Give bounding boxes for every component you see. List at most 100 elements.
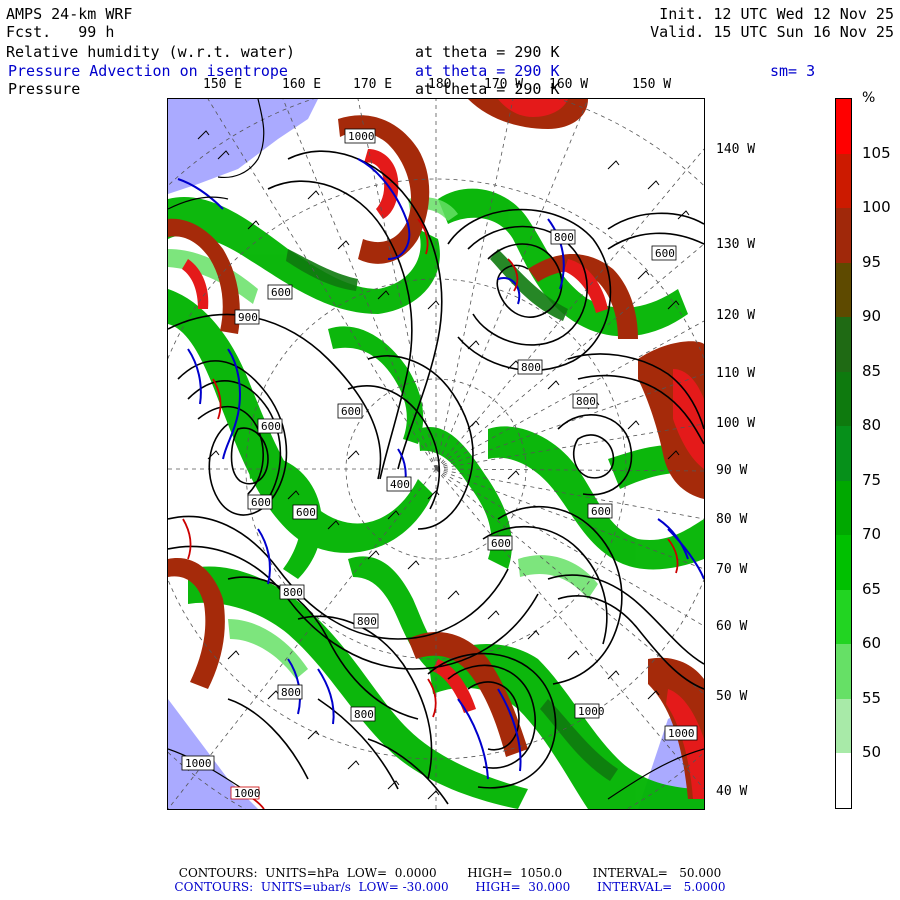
svg-text:800: 800	[521, 361, 541, 374]
field-pressure-label: Pressure	[8, 80, 81, 98]
svg-text:600: 600	[261, 420, 281, 433]
contour-label: 600	[587, 503, 613, 519]
footer-advection-contours: CONTOURS: UNITS=ubar/s LOW= -30.000 HIGH…	[174, 880, 726, 894]
svg-text:800: 800	[354, 708, 374, 721]
svg-text:600: 600	[271, 286, 291, 299]
lon-label: 150 E	[203, 77, 243, 92]
colorbar-segment	[836, 480, 851, 536]
colorbar-tick-label: 70	[862, 525, 882, 544]
lon-label-right: 110 W	[716, 366, 756, 381]
lon-label-right: 60 W	[716, 619, 748, 634]
lon-label: 170 E	[353, 77, 393, 92]
forecast-hour: Fcst. 99 h	[6, 23, 115, 41]
colorbar-segment	[836, 262, 851, 318]
colorbar-tick-label: 60	[862, 634, 882, 653]
svg-text:800: 800	[283, 586, 303, 599]
svg-text:400: 400	[390, 478, 410, 491]
model-title: AMPS 24-km WRF	[6, 5, 133, 23]
colorbar-tick-label: 75	[862, 470, 882, 489]
svg-text:1000: 1000	[578, 705, 605, 718]
contour-label: 600	[247, 494, 273, 510]
svg-text:1000: 1000	[234, 787, 261, 800]
colorbar	[835, 98, 852, 809]
svg-text:800: 800	[576, 395, 596, 408]
colorbar-segment	[836, 99, 851, 154]
svg-text:900: 900	[238, 311, 258, 324]
contour-label: 800	[350, 706, 376, 722]
colorbar-tick-label: 105	[862, 143, 891, 162]
lon-label: 160 W	[549, 77, 589, 92]
svg-text:600: 600	[251, 496, 271, 509]
svg-text:600: 600	[341, 405, 361, 418]
contour-label: 1000	[664, 725, 698, 741]
contour-label: 600	[257, 418, 283, 434]
colorbar-segment	[836, 208, 851, 263]
lon-label-right: 130 W	[716, 237, 756, 252]
contour-label: 800	[572, 393, 598, 409]
lon-label: 160 E	[282, 77, 322, 92]
svg-text:800: 800	[357, 615, 377, 628]
colorbar-segment	[836, 644, 851, 699]
contour-label: 600	[651, 245, 677, 261]
contour-label: 600	[292, 504, 318, 520]
contour-label: 800	[517, 359, 543, 375]
svg-text:600: 600	[655, 247, 675, 260]
lon-label-right: 50 W	[716, 689, 748, 704]
field-rh-label: Relative humidity (w.r.t. water)	[6, 43, 295, 61]
colorbar-segment	[836, 589, 851, 645]
colorbar-tick-label: 55	[862, 688, 882, 707]
colorbar-segment	[836, 698, 851, 754]
colorbar-segment	[836, 153, 851, 209]
colorbar-tick-label: 80	[862, 416, 882, 435]
svg-text:1000: 1000	[668, 727, 695, 740]
svg-text:1000: 1000	[185, 757, 212, 770]
colorbar-tick-label: 95	[862, 252, 882, 271]
contour-label: 1000	[574, 703, 605, 719]
contour-label: 1000	[230, 786, 261, 800]
lon-label-right: 140 W	[716, 142, 756, 157]
footer-pressure-contours: CONTOURS: UNITS=hPa LOW= 0.0000 HIGH= 10…	[178, 866, 722, 880]
lon-label: 170 W	[484, 77, 524, 92]
lon-label-right: 90 W	[716, 463, 748, 478]
contour-label: 1000	[181, 755, 215, 771]
lon-label-right: 100 W	[716, 416, 756, 431]
contour-label: 900	[234, 309, 260, 325]
lon-label: 180	[428, 77, 452, 92]
map-panel: 1000 800 600 900 600 800 800 600 400 600…	[167, 98, 705, 810]
colorbar-tick-label: 90	[862, 307, 882, 326]
colorbar-segment	[836, 753, 851, 808]
lon-label-right: 70 W	[716, 562, 748, 577]
contour-label: 800	[277, 684, 303, 700]
lon-label: 150 W	[632, 77, 672, 92]
contour-label: 600	[487, 535, 513, 551]
colorbar-tick-label: 50	[862, 743, 882, 762]
contour-label: 1000	[344, 128, 376, 144]
svg-text:800: 800	[281, 686, 301, 699]
valid-time: Valid. 15 UTC Sun 16 Nov 25	[650, 23, 894, 41]
contour-label: 400	[386, 476, 412, 492]
contour-label: 800	[353, 613, 379, 629]
field-advection-label: Pressure Advection on isentrope	[8, 62, 288, 80]
init-time: Init. 12 UTC Wed 12 Nov 25	[659, 5, 894, 23]
colorbar-tick-label: 65	[862, 579, 882, 598]
colorbar-segment	[836, 535, 851, 590]
colorbar-segment	[836, 371, 851, 427]
colorbar-tick-label: 100	[862, 198, 891, 217]
colorbar-unit: %	[862, 90, 876, 106]
lon-label-right: 80 W	[716, 512, 748, 527]
contour-label: 600	[337, 403, 363, 419]
contour-label: 800	[279, 584, 305, 600]
field-rh-level: at theta = 290 K	[415, 43, 560, 61]
svg-text:600: 600	[491, 537, 511, 550]
colorbar-tick-label: 85	[862, 361, 882, 380]
lon-label-right: 40 W	[716, 784, 748, 799]
svg-text:1000: 1000	[348, 130, 375, 143]
lon-label-right: 120 W	[716, 308, 756, 323]
contour-label: 800	[550, 229, 576, 245]
svg-text:800: 800	[554, 231, 574, 244]
colorbar-segment	[836, 426, 851, 481]
colorbar-segment	[836, 317, 851, 372]
contour-label: 600	[267, 284, 293, 300]
svg-text:600: 600	[591, 505, 611, 518]
map-svg: 1000 800 600 900 600 800 800 600 400 600…	[168, 99, 704, 809]
